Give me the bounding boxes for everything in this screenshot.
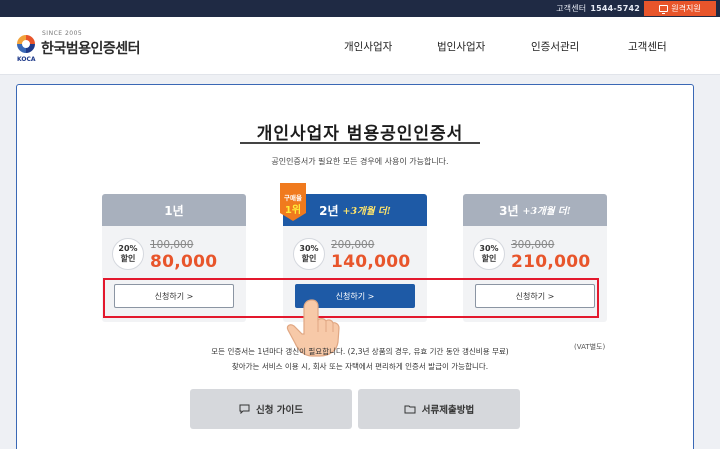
original-price: 200,000 (331, 239, 375, 251)
original-price: 100,000 (150, 239, 194, 251)
sale-price: 210,000 (511, 252, 591, 272)
sale-price: 140,000 (331, 252, 411, 272)
remote-support-button[interactable]: 원격지원 (644, 1, 716, 16)
top-utility-bar: 고객센터 1544-5742 원격지원 (0, 0, 720, 17)
visit-service-note: 찾아가는 서비스 이용 시, 회사 또는 자택에서 편리하게 인증서 발급이 가… (231, 362, 489, 371)
koca-logo-icon (17, 35, 35, 53)
plan-term: 3년 (499, 203, 519, 218)
logo-abbr: KOCA (17, 56, 36, 63)
remote-support-label: 원격지원 (671, 4, 701, 13)
logo-name: 한국범용인증센터 (41, 41, 141, 57)
discount-circle: 30% 할인 (293, 238, 325, 270)
plan-header: 3년 +3개월 더! (463, 194, 607, 226)
discount-percent: 30% (479, 244, 499, 253)
site-header: SINCE 2005 한국범용인증센터 KOCA 개인사업자 법인사업자 인증서… (0, 17, 720, 75)
renewal-note: 모든 인증서는 1년마다 갱신이 필요합니다. (2,3년 상품의 경우, 유효… (211, 347, 509, 356)
folder-icon (404, 405, 416, 414)
best-seller-badge: 구매율 1위 (277, 183, 309, 221)
site-logo[interactable]: SINCE 2005 한국범용인증센터 KOCA (16, 30, 156, 66)
apply-guide-label: 신청 가이드 (255, 405, 303, 416)
discount-circle: 20% 할인 (112, 238, 144, 270)
plan-header: 1년 (102, 194, 246, 226)
chat-icon (239, 404, 250, 414)
customer-center-label: 고객센터 (556, 4, 587, 13)
discount-label: 할인 (481, 254, 497, 263)
nav-corporate-business[interactable]: 법인사업자 (437, 39, 485, 54)
document-submission-label: 서류제출방법 (421, 405, 475, 416)
apply-guide-button[interactable]: 신청 가이드 (190, 389, 352, 429)
logo-since: SINCE 2005 (42, 30, 83, 37)
nav-individual-business[interactable]: 개인사업자 (344, 39, 392, 54)
sale-price: 80,000 (150, 252, 218, 272)
plan-term: 2년 (319, 203, 339, 218)
customer-center-phone: 1544-5742 (590, 4, 640, 13)
discount-percent: 30% (299, 244, 319, 253)
nav-customer-center[interactable]: 고객센터 (628, 39, 667, 54)
original-price: 300,000 (511, 239, 555, 251)
apply-buttons-highlight (103, 278, 599, 318)
discount-label: 할인 (301, 254, 317, 263)
page-subtitle: 공인인증서가 필요한 모든 경우에 사용이 가능합니다. (271, 157, 449, 166)
monitor-icon (659, 5, 669, 14)
discount-label: 할인 (120, 254, 136, 263)
badge-line2: 1위 (284, 205, 302, 216)
discount-percent: 20% (118, 244, 138, 253)
plan-bonus: +3개월 더! (522, 206, 571, 217)
page-title: 개인사업자 범용공인인증서 (256, 124, 464, 144)
plan-term: 1년 (164, 203, 184, 218)
customer-center-info: 고객센터 1544-5742 (556, 3, 640, 14)
title-underline (240, 142, 480, 144)
document-submission-button[interactable]: 서류제출방법 (358, 389, 520, 429)
plan-bonus: +3개월 더! (342, 206, 391, 217)
discount-circle: 30% 할인 (473, 238, 505, 270)
nav-certificate-management[interactable]: 인증서관리 (531, 39, 579, 54)
